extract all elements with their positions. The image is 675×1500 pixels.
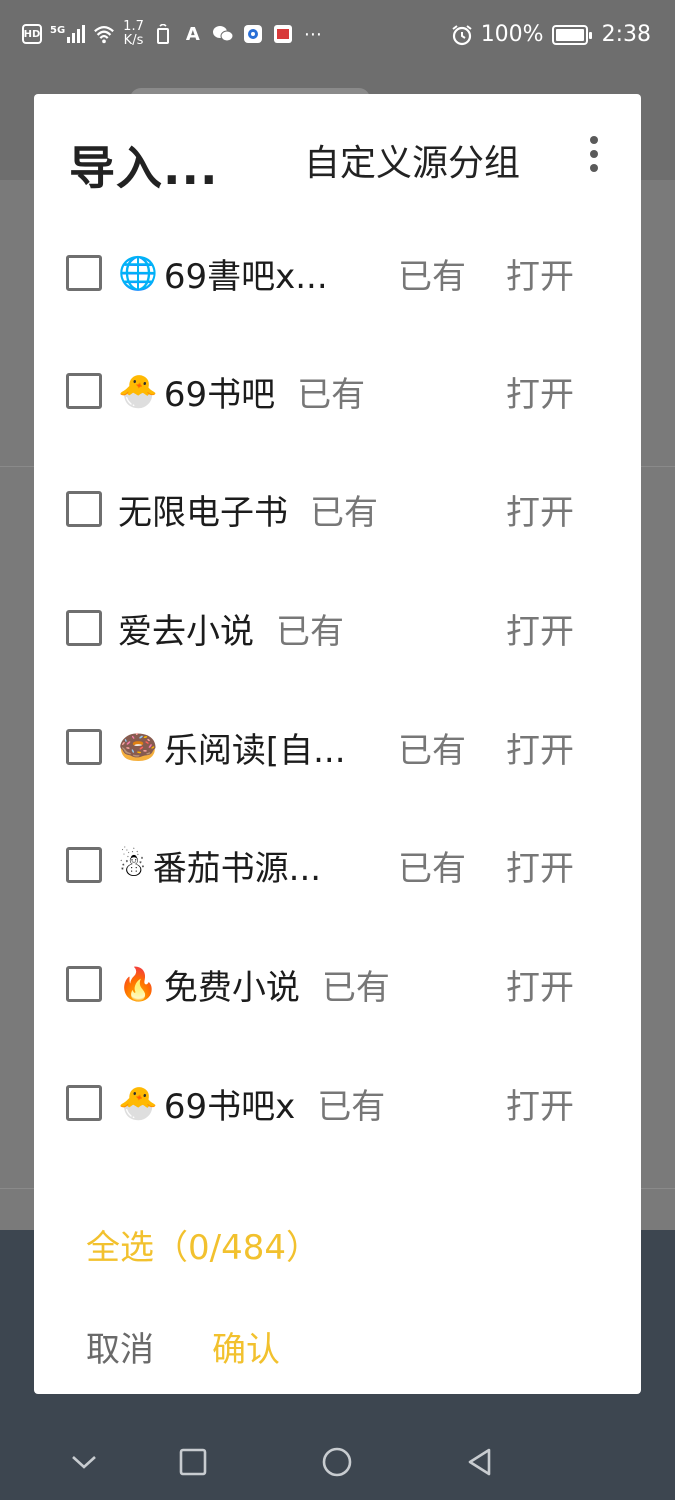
confirm-button[interactable]: 确认 (212, 1322, 280, 1371)
item-open-button[interactable]: 打开 (506, 960, 574, 1009)
item-status: 已有 (398, 257, 466, 297)
home-icon[interactable] (319, 1444, 355, 1480)
recents-icon[interactable] (175, 1444, 211, 1480)
list-item[interactable]: 🔥 免费小说 已有 打开 (34, 925, 641, 1043)
donut-icon: 🍩 (118, 728, 158, 766)
alarm-icon (451, 24, 473, 46)
item-open-button[interactable]: 打开 (506, 249, 574, 298)
item-status: 已有 (398, 731, 466, 771)
battery-percent: 100% (480, 22, 544, 47)
signal-label: 5G (50, 25, 66, 36)
battery-icon (551, 24, 592, 45)
clock: 2:38 (601, 22, 651, 47)
snowman-icon: ☃ (118, 846, 147, 884)
chick-icon: 🐣 (118, 372, 158, 410)
item-name: 69书吧 (163, 374, 276, 415)
list-item[interactable]: 无限电子书 已有 打开 (34, 450, 641, 568)
item-status: 已有 (398, 849, 466, 889)
item-open-button[interactable]: 打开 (506, 367, 574, 416)
item-open-button[interactable]: 打开 (506, 604, 574, 653)
app-icon (242, 23, 264, 45)
item-checkbox[interactable] (66, 255, 102, 291)
item-checkbox[interactable] (66, 729, 102, 765)
more-vert-icon[interactable] (582, 134, 606, 174)
item-status: 已有 (276, 611, 344, 652)
item-name: 69書吧x... (163, 256, 328, 297)
signal-icon: 5G (50, 25, 86, 43)
wifi-icon (93, 23, 115, 45)
status-bar: HD 5G 1.7 K/s A ⋯ 100% 2:38 (0, 0, 675, 76)
item-name: 免费小说 (163, 967, 300, 1008)
item-name: 番茄书源... (152, 848, 322, 889)
item-name: 69书吧x (163, 1086, 296, 1127)
hd-icon: HD (22, 24, 42, 44)
item-name: 乐阅读[自... (163, 730, 346, 771)
item-status: 已有 (310, 492, 378, 533)
chevron-down-icon[interactable] (66, 1444, 102, 1480)
item-checkbox[interactable] (66, 847, 102, 883)
globe-icon: 🌐 (118, 254, 158, 292)
list-item[interactable]: ☃ 番茄书源... 已有 打开 (34, 806, 641, 924)
item-checkbox[interactable] (66, 1085, 102, 1121)
dialog-title: 导入... (69, 141, 219, 195)
wechat-icon (212, 23, 234, 45)
item-name: 爱去小说 (118, 611, 254, 652)
cancel-button[interactable]: 取消 (86, 1322, 154, 1371)
speed-unit: K/s (123, 33, 144, 48)
list-item[interactable]: 🍩 乐阅读[自... 已有 打开 (34, 688, 641, 806)
item-status: 已有 (317, 1086, 386, 1127)
import-dialog: 导入... 自定义源分组 🌐 69書吧x... 已有 打开 🐣 69书吧 已有 … (34, 94, 641, 1394)
item-open-button[interactable]: 打开 (506, 1079, 574, 1128)
item-status: 已有 (297, 374, 366, 415)
item-checkbox[interactable] (66, 610, 102, 646)
item-checkbox[interactable] (66, 966, 102, 1002)
list-item[interactable]: 🐣 69书吧x 已有 打开 (34, 1044, 641, 1162)
app-icon-2 (272, 23, 294, 45)
item-checkbox[interactable] (66, 373, 102, 409)
item-open-button[interactable]: 打开 (506, 485, 574, 534)
back-icon[interactable] (462, 1444, 498, 1480)
list-item[interactable]: 🐣 69书吧 已有 打开 (34, 332, 641, 450)
chick-icon: 🐣 (118, 1084, 158, 1122)
item-status: 已有 (321, 967, 390, 1008)
custom-group-button[interactable]: 自定义源分组 (304, 134, 520, 186)
list-item[interactable]: 爱去小说 已有 打开 (34, 569, 641, 687)
item-open-button[interactable]: 打开 (506, 841, 574, 890)
fire-icon: 🔥 (118, 965, 158, 1003)
select-all-button[interactable]: 全选（0/484） (86, 1220, 320, 1269)
item-name: 无限电子书 (118, 492, 288, 533)
font-icon: A (185, 23, 200, 45)
item-checkbox[interactable] (66, 491, 102, 527)
navigation-bar (0, 1420, 675, 1500)
list-item[interactable]: 🌐 69書吧x... 已有 打开 (34, 214, 641, 332)
sim-icon (152, 23, 174, 45)
network-speed: 1.7 K/s (123, 20, 144, 48)
more-icon: ⋯ (303, 23, 322, 45)
speed-value: 1.7 (123, 19, 144, 34)
item-open-button[interactable]: 打开 (506, 723, 574, 772)
